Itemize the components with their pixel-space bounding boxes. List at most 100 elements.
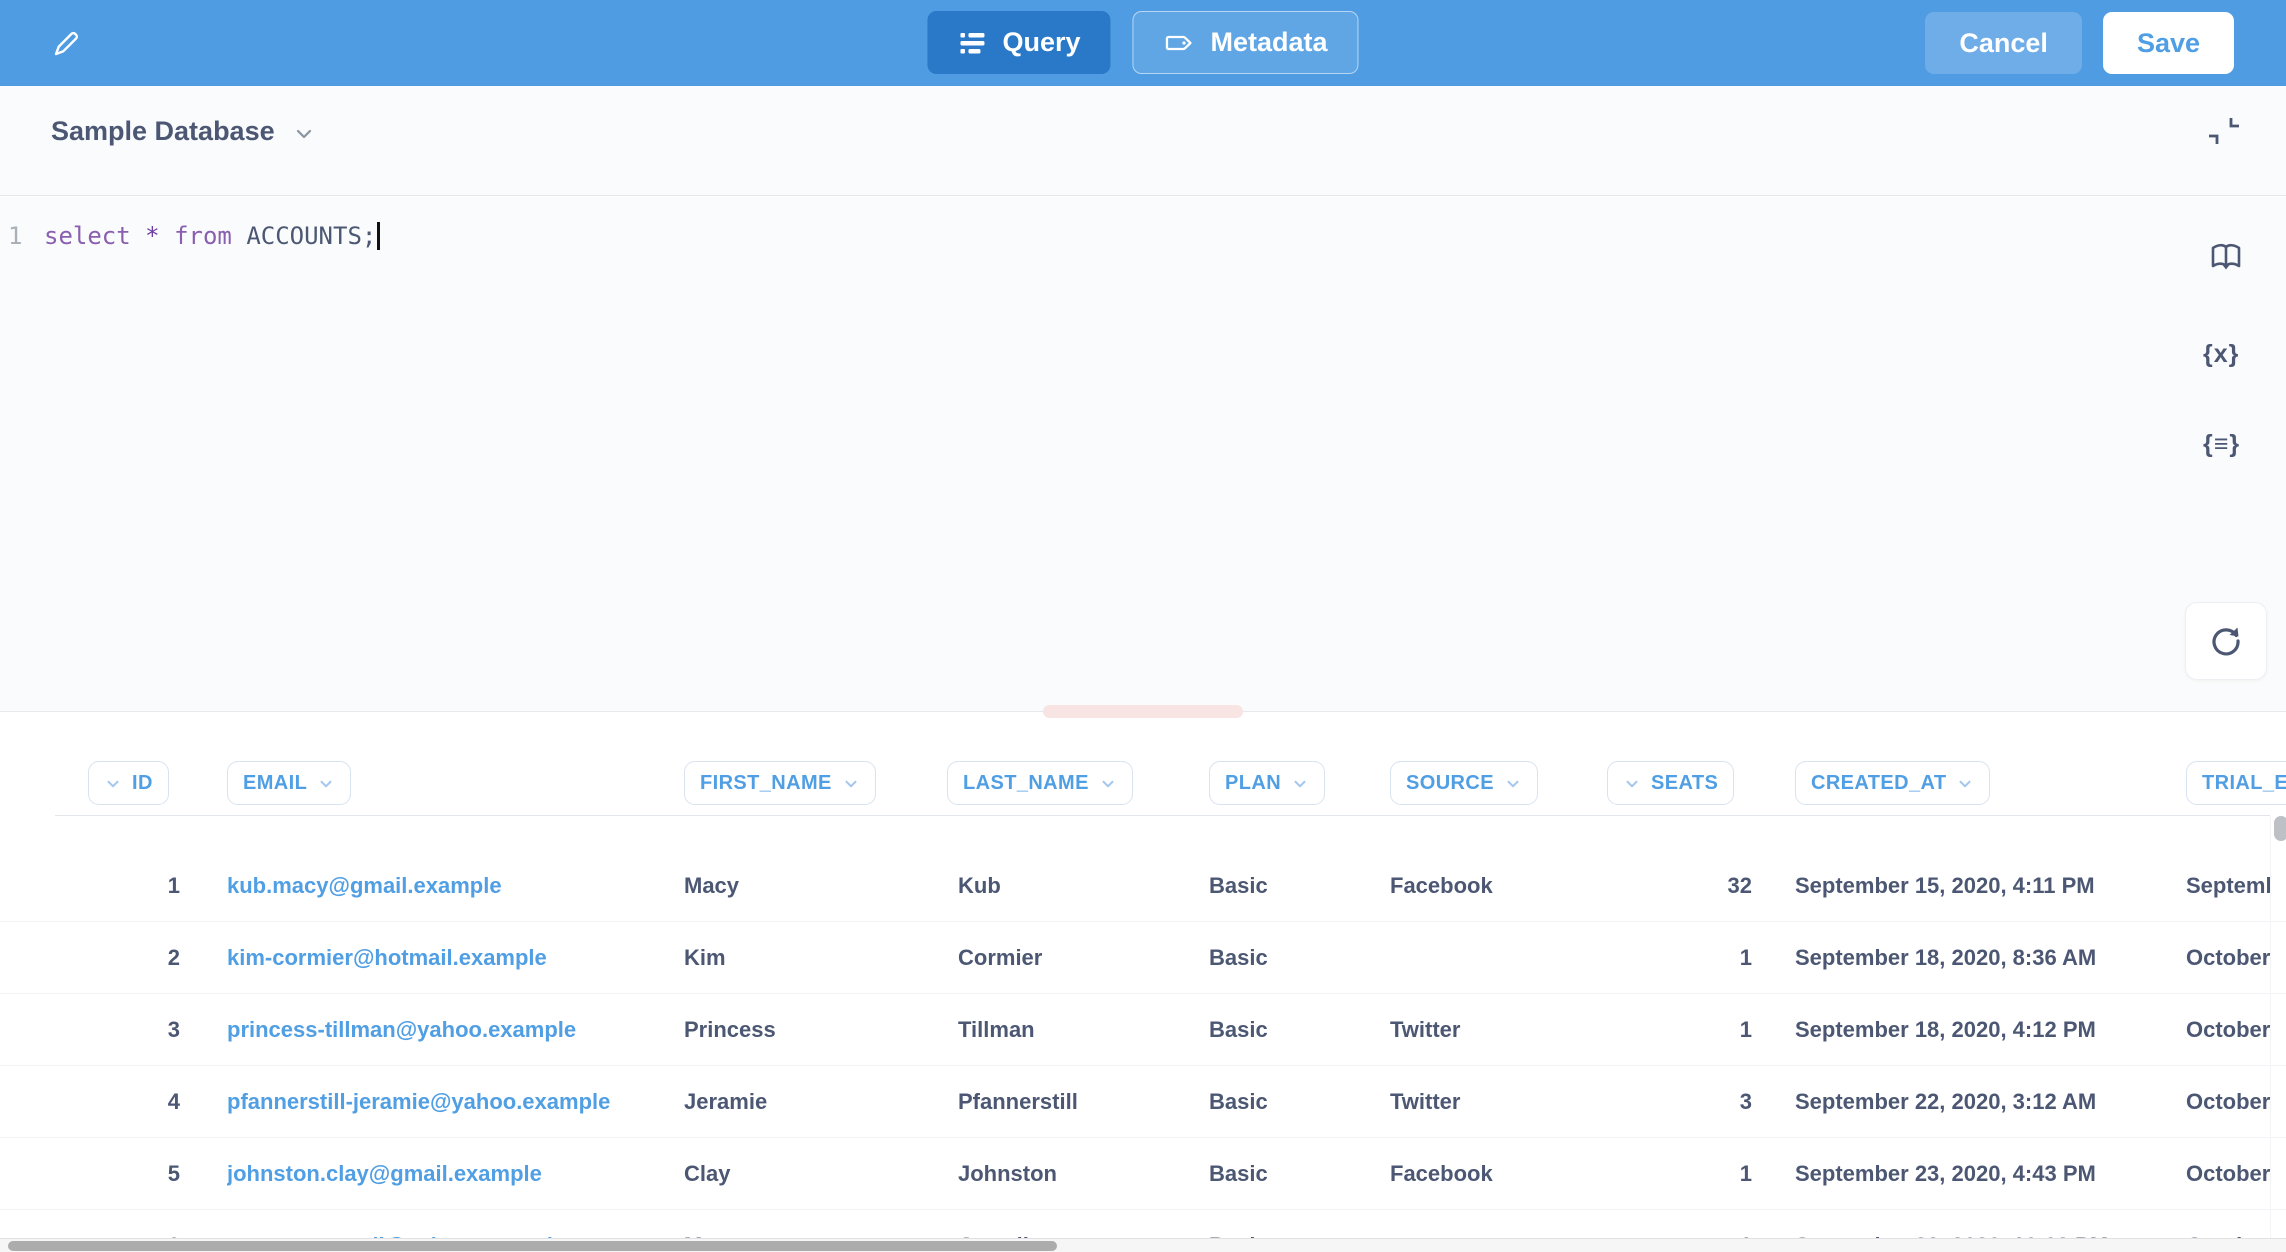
cell-trial-ends-at[interactable]: October [2186, 994, 2270, 1066]
cell-seats[interactable]: 32 [1580, 850, 1752, 922]
cell-first-name[interactable]: Clay [684, 1138, 934, 1210]
cell-email[interactable]: pfannerstill-jeramie@yahoo.example [227, 1066, 667, 1138]
cell-id[interactable]: 2 [60, 922, 180, 994]
chevron-down-icon [104, 775, 122, 793]
table-row[interactable]: 3 princess-tillman@yahoo.example Princes… [0, 994, 2286, 1066]
cell-last-name[interactable]: Johnston [958, 1138, 1198, 1210]
column-header-last-name[interactable]: LAST_NAME [947, 761, 1133, 805]
tab-metadata[interactable]: Metadata [1133, 11, 1359, 74]
cell-created-at[interactable]: September 18, 2020, 8:36 AM [1795, 922, 2165, 994]
database-picker[interactable]: Sample Database [51, 116, 315, 147]
chevron-down-icon [1956, 775, 1974, 793]
chevron-down-icon [317, 775, 335, 793]
save-button[interactable]: Save [2103, 12, 2234, 74]
list-icon [957, 28, 987, 58]
cell-email[interactable]: kim-cormier@hotmail.example [227, 922, 667, 994]
column-header-id[interactable]: ID [88, 761, 169, 805]
cell-seats[interactable]: 1 [1580, 922, 1752, 994]
query-results: ID EMAIL FIRST_NAME LAST_NAME PLAN SOURC… [0, 713, 2286, 1252]
column-header-label: EMAIL [243, 772, 307, 795]
sql-code-line[interactable]: 1 select * from ACCOUNTS; [0, 221, 380, 251]
pencil-icon [50, 26, 84, 60]
cell-created-at[interactable]: September 22, 2020, 3:12 AM [1795, 1066, 2165, 1138]
cell-trial-ends-at[interactable]: October [2186, 1066, 2270, 1138]
variables-icon[interactable]: {x} [2203, 340, 2239, 369]
column-header-label: LAST_NAME [963, 772, 1089, 795]
chevron-down-icon [293, 123, 315, 145]
line-number: 1 [0, 222, 44, 250]
resize-drag-handle[interactable] [1043, 705, 1243, 718]
cell-first-name[interactable]: Jeramie [684, 1066, 934, 1138]
column-header-email[interactable]: EMAIL [227, 761, 351, 805]
cell-id[interactable]: 3 [60, 994, 180, 1066]
chevron-down-icon [1504, 775, 1522, 793]
horizontal-scrollbar[interactable] [8, 1241, 1057, 1251]
column-header-label: TRIAL_E [2202, 772, 2286, 795]
cell-source[interactable] [1390, 922, 1590, 994]
column-header-trial-ends-at[interactable]: TRIAL_E [2186, 761, 2286, 805]
cell-seats[interactable]: 1 [1580, 1138, 1752, 1210]
sql-editor[interactable]: 1 select * from ACCOUNTS; [0, 197, 2286, 712]
cell-source[interactable]: Twitter [1390, 994, 1590, 1066]
column-header-label: SOURCE [1406, 772, 1494, 795]
cell-id[interactable]: 5 [60, 1138, 180, 1210]
label-tag-icon [1164, 27, 1196, 59]
cell-plan[interactable]: Basic [1209, 994, 1379, 1066]
cell-created-at[interactable]: September 15, 2020, 4:11 PM [1795, 850, 2165, 922]
tab-query[interactable]: Query [927, 11, 1110, 74]
run-query-button[interactable] [2185, 602, 2267, 680]
cell-source[interactable]: Twitter [1390, 1066, 1590, 1138]
cell-email[interactable]: princess-tillman@yahoo.example [227, 994, 667, 1066]
column-header-created-at[interactable]: CREATED_AT [1795, 761, 1990, 805]
column-header-seats[interactable]: SEATS [1607, 761, 1734, 805]
column-header-source[interactable]: SOURCE [1390, 761, 1538, 805]
table-row[interactable]: 4 pfannerstill-jeramie@yahoo.example Jer… [0, 1066, 2286, 1138]
table-row[interactable]: 5 johnston.clay@gmail.example Clay Johns… [0, 1138, 2286, 1210]
cell-seats[interactable]: 1 [1580, 994, 1752, 1066]
native-query-editor-page: Query Metadata Cancel Save Sample Databa… [0, 0, 2286, 1252]
table-row[interactable]: 2 kim-cormier@hotmail.example Kim Cormie… [0, 922, 2286, 994]
cell-trial-ends-at[interactable]: October [2186, 1138, 2270, 1210]
cancel-button[interactable]: Cancel [1925, 12, 2082, 74]
cell-source[interactable]: Facebook [1390, 1138, 1590, 1210]
cell-last-name[interactable]: Tillman [958, 994, 1198, 1066]
cell-first-name[interactable]: Kim [684, 922, 934, 994]
data-reference-book-icon[interactable] [2208, 240, 2244, 276]
column-header-plan[interactable]: PLAN [1209, 761, 1325, 805]
cell-plan[interactable]: Basic [1209, 922, 1379, 994]
cell-trial-ends-at[interactable]: October [2186, 922, 2270, 994]
editor-tabs: Query Metadata [927, 11, 1358, 74]
cell-source[interactable]: Facebook [1390, 850, 1590, 922]
cell-email[interactable]: kub.macy@gmail.example [227, 850, 667, 922]
table-row[interactable]: 1 kub.macy@gmail.example Macy Kub Basic … [0, 850, 2286, 922]
cell-seats[interactable]: 3 [1580, 1066, 1752, 1138]
edit-bar: Query Metadata Cancel Save [0, 0, 2286, 86]
cell-first-name[interactable]: Princess [684, 994, 934, 1066]
cell-last-name[interactable]: Cormier [958, 922, 1198, 994]
snippets-icon[interactable]: {≡} [2203, 430, 2240, 459]
column-header-label: CREATED_AT [1811, 772, 1946, 795]
column-header-first-name[interactable]: FIRST_NAME [684, 761, 876, 805]
cell-plan[interactable]: Basic [1209, 850, 1379, 922]
collapse-editor-icon[interactable] [2206, 113, 2242, 149]
cell-created-at[interactable]: September 18, 2020, 4:12 PM [1795, 994, 2165, 1066]
cell-created-at[interactable]: September 23, 2020, 4:43 PM [1795, 1138, 2165, 1210]
cell-id[interactable]: 1 [60, 850, 180, 922]
chevron-down-icon [1623, 775, 1641, 793]
cell-last-name[interactable]: Kub [958, 850, 1198, 922]
chevron-down-icon [842, 775, 860, 793]
tab-query-label: Query [1002, 27, 1080, 58]
cell-last-name[interactable]: Pfannerstill [958, 1066, 1198, 1138]
cell-id[interactable]: 4 [60, 1066, 180, 1138]
vertical-scrollbar[interactable] [2274, 816, 2286, 841]
cell-plan[interactable]: Basic [1209, 1066, 1379, 1138]
column-header-label: PLAN [1225, 772, 1281, 795]
sql-identifier: ACCOUNTS; [246, 222, 376, 250]
cell-plan[interactable]: Basic [1209, 1138, 1379, 1210]
refresh-icon [2206, 621, 2246, 661]
sql-keyword: select [44, 222, 131, 250]
cell-trial-ends-at[interactable]: Septemb [2186, 850, 2270, 922]
cell-first-name[interactable]: Macy [684, 850, 934, 922]
cell-email[interactable]: johnston.clay@gmail.example [227, 1138, 667, 1210]
column-header-label: ID [132, 772, 153, 795]
